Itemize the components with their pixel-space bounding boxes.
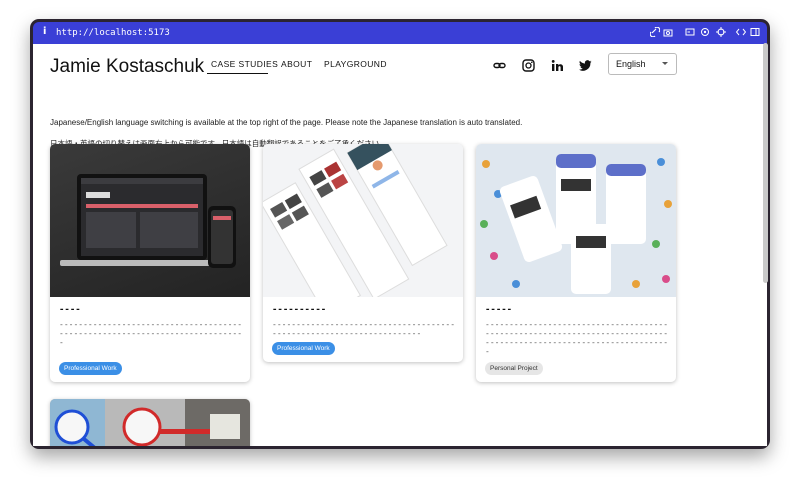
nav-about[interactable]: ABOUT xyxy=(281,59,312,69)
case-study-card[interactable] xyxy=(50,399,250,446)
card-title: ---------- xyxy=(272,305,327,315)
card-tag: Personal Project xyxy=(485,362,543,375)
linkedin-icon[interactable] xyxy=(551,59,564,72)
card-thumbnail-image xyxy=(263,144,463,297)
instagram-icon[interactable] xyxy=(522,59,535,72)
web-page: Jamie Kostaschuk CASE STUDIES ABOUT PLAY… xyxy=(33,44,767,446)
link-icon[interactable] xyxy=(493,59,506,72)
card-title: ---- xyxy=(59,305,81,315)
card-tag: Professional Work xyxy=(272,342,335,355)
case-study-card[interactable]: ---------- -----------------------------… xyxy=(263,144,463,362)
card-thumbnail-image xyxy=(476,144,676,297)
card-description: ----------------------------------------… xyxy=(272,320,456,338)
language-select-value: English xyxy=(616,59,646,69)
scrollbar[interactable] xyxy=(763,43,768,283)
card-thumbnail-image xyxy=(50,144,250,297)
twitter-icon[interactable] xyxy=(579,59,592,72)
window-icon[interactable] xyxy=(685,27,695,37)
nav-playground[interactable]: PLAYGROUND xyxy=(324,59,387,69)
info-icon[interactable]: i xyxy=(43,26,46,37)
camera-icon[interactable] xyxy=(663,27,673,37)
crosshair-icon[interactable] xyxy=(716,27,726,37)
case-study-card[interactable]: ---- -----------------------------------… xyxy=(50,144,250,382)
card-thumbnail-image xyxy=(50,399,250,446)
site-logo[interactable]: Jamie Kostaschuk xyxy=(50,56,204,78)
browser-window: i http://localhost:5173 Jamie Kostaschuk… xyxy=(30,19,770,449)
card-title: ----- xyxy=(485,305,513,315)
url-bar[interactable]: http://localhost:5173 xyxy=(56,28,170,38)
sidebar-icon[interactable] xyxy=(750,27,760,37)
card-description: ----------------------------------------… xyxy=(59,320,243,347)
browser-toolbar: i http://localhost:5173 xyxy=(33,22,767,44)
language-select[interactable]: English xyxy=(608,53,677,75)
card-description: ----------------------------------------… xyxy=(485,320,669,356)
card-tag: Professional Work xyxy=(59,362,122,375)
language-notice-en: Japanese/English language switching is a… xyxy=(50,118,523,127)
link-icon[interactable] xyxy=(650,27,660,37)
settings-icon[interactable] xyxy=(700,27,710,37)
chevron-down-icon xyxy=(662,62,668,65)
case-study-card[interactable]: ----- ----------------------------------… xyxy=(476,144,676,382)
code-icon[interactable] xyxy=(736,27,746,37)
nav-case-studies[interactable]: CASE STUDIES xyxy=(211,59,278,69)
